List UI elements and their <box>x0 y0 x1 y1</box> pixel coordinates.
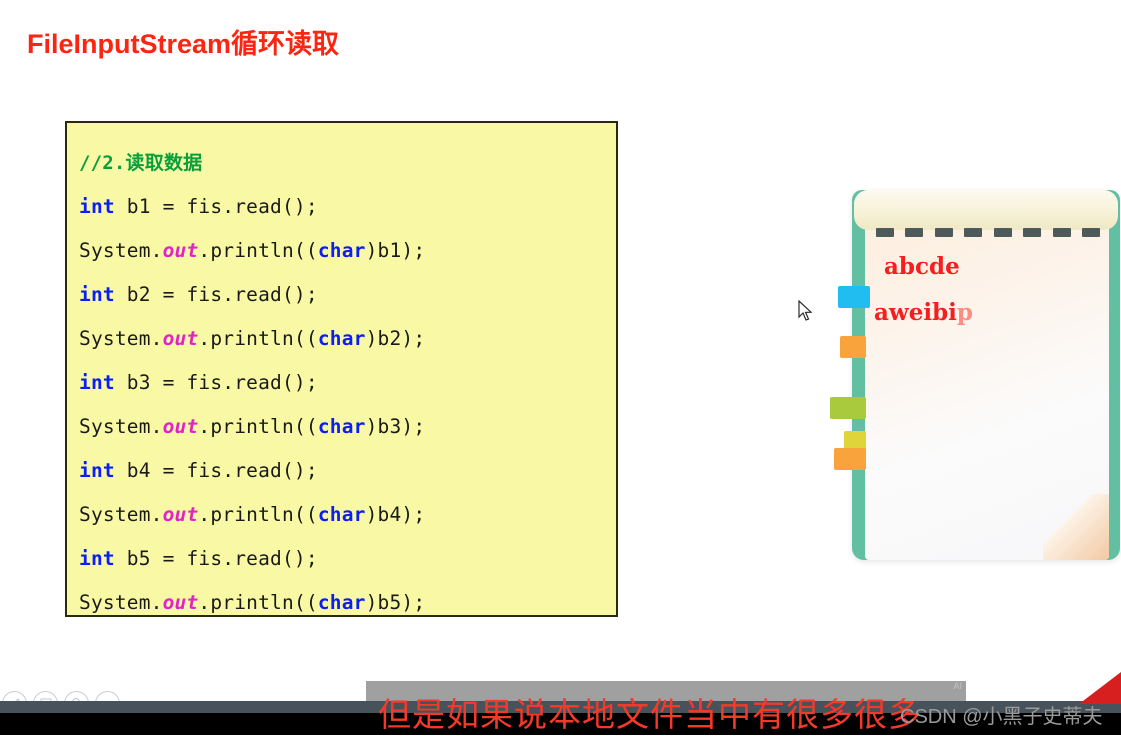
binder-hole <box>964 228 983 237</box>
code-text: System. <box>79 327 163 350</box>
code-block: //2.读取数据 int b1 = fis.read(); System.out… <box>65 121 618 617</box>
code-text: .println(( <box>198 327 318 350</box>
sticky-tab-orange-lower <box>834 448 866 470</box>
code-line-print: System.out.println((char)b4); <box>79 493 616 537</box>
binder-hole <box>876 228 894 237</box>
notepad-top-binder <box>854 190 1118 230</box>
code-text: b2 = fis.read(); <box>114 283 318 306</box>
code-text: )b4); <box>365 503 426 526</box>
page-title: FileInputStream循环读取 <box>27 29 340 59</box>
code-text: System. <box>79 239 163 262</box>
notepad-text-line-2: aweibip <box>874 290 1084 336</box>
binder-hole <box>1081 228 1100 237</box>
code-text: .println(( <box>198 503 318 526</box>
keyword-token: int <box>79 195 115 218</box>
notepad-body: abcde aweibip <box>830 190 1120 560</box>
subtitle-text: 但是如果说本地文件当中有很多很多 <box>378 696 922 733</box>
code-line-declaration: int b1 = fis.read(); <box>79 185 616 229</box>
corner-logo <box>1061 672 1121 712</box>
ai-badge: AI <box>953 681 962 691</box>
code-text: )b1); <box>365 239 426 262</box>
code-text: .println(( <box>198 415 318 438</box>
code-text: b1 = fis.read(); <box>114 195 318 218</box>
keyword-token: char <box>317 415 366 438</box>
sticky-tab-green <box>830 397 866 419</box>
notepad-text-line-1: abcde <box>884 253 960 280</box>
code-text: .println(( <box>198 239 318 262</box>
code-line-print: System.out.println((char)b5); <box>79 581 616 625</box>
keyword-token: char <box>317 591 366 614</box>
field-token: out <box>162 503 199 526</box>
field-token: out <box>162 327 199 350</box>
binder-hole <box>905 228 924 237</box>
binder-hole <box>993 228 1012 237</box>
field-token: out <box>162 591 199 614</box>
code-text: System. <box>79 591 163 614</box>
keyword-token: int <box>79 283 115 306</box>
keyword-token: int <box>79 371 115 394</box>
notepad-file-content: abcde aweibip <box>874 244 1084 336</box>
keyword-token: char <box>317 327 366 350</box>
code-line-declaration: int b4 = fis.read(); <box>79 449 616 493</box>
sticky-tab-cyan <box>838 286 870 308</box>
sticky-tab-orange-upper <box>840 336 866 358</box>
keyword-token: char <box>317 503 366 526</box>
code-line-declaration: int b2 = fis.read(); <box>79 273 616 317</box>
binder-hole <box>1023 228 1042 237</box>
notepad-text-line-2-main: aweibi <box>874 299 957 326</box>
notepad-illustration: abcde aweibip <box>830 178 1120 560</box>
code-line-comment: //2.读取数据 <box>79 152 203 174</box>
code-line-print: System.out.println((char)b1); <box>79 229 616 273</box>
keyword-token: char <box>317 239 366 262</box>
page-corner-curl <box>1043 494 1109 560</box>
code-text: System. <box>79 503 163 526</box>
code-text: b5 = fis.read(); <box>114 547 318 570</box>
code-text: b4 = fis.read(); <box>114 459 318 482</box>
keyword-token: int <box>79 547 115 570</box>
notepad-text-line-2-faded: p <box>956 299 973 326</box>
code-line-print: System.out.println((char)b3); <box>79 405 616 449</box>
code-text: .println(( <box>198 591 318 614</box>
code-text: )b3); <box>365 415 426 438</box>
code-line-declaration: int b3 = fis.read(); <box>79 361 616 405</box>
code-text: )b2); <box>365 327 426 350</box>
notepad-binder-holes <box>876 228 1100 238</box>
mouse-cursor <box>798 299 814 322</box>
binder-hole <box>1052 228 1071 237</box>
keyword-token: int <box>79 459 115 482</box>
code-text: b3 = fis.read(); <box>114 371 318 394</box>
code-line-print: System.out.println((char)b2); <box>79 317 616 361</box>
field-token: out <box>162 415 199 438</box>
code-text: System. <box>79 415 163 438</box>
code-text: )b5); <box>365 591 426 614</box>
field-token: out <box>162 239 199 262</box>
code-line-declaration: int b5 = fis.read(); <box>79 537 616 581</box>
binder-hole <box>934 228 953 237</box>
